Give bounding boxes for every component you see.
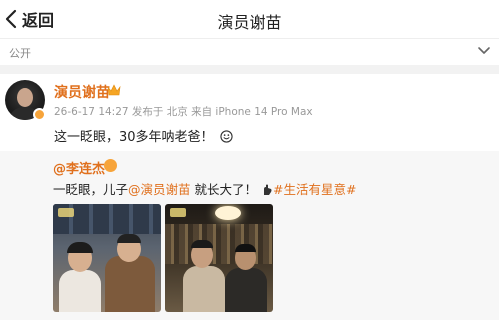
- post-text: 这一眨眼，30多年呐老爸！: [54, 126, 233, 145]
- post-meta: 26-6-17 14:27 发布于 北京 来自 iPhone 14 Pro Ma…: [54, 106, 313, 118]
- repost-text: 一眨眼，儿子@演员谢苗 就长大了！ #生活有星意#: [53, 179, 356, 198]
- repost-text-middle: 就长大了！: [190, 182, 258, 197]
- repost-card[interactable]: @李连杰 一眨眼，儿子@演员谢苗 就长大了！ #生活有星意#: [0, 151, 499, 320]
- hand-emoji-icon: [264, 184, 272, 195]
- hashtag-link[interactable]: #生活有星意#: [273, 182, 356, 197]
- repost-author[interactable]: @李连杰: [53, 158, 105, 177]
- section-gap: [0, 65, 499, 74]
- verified-badge-icon: [33, 108, 46, 121]
- photo-man: [103, 234, 157, 312]
- photo-stamp: [170, 208, 186, 217]
- page-title: 演员谢苗: [217, 13, 282, 32]
- visibility-label: 公开: [9, 47, 31, 60]
- repost-text-prefix: 一眨眼，儿子: [53, 182, 129, 197]
- photo-light: [215, 206, 241, 220]
- crown-icon: [107, 84, 121, 96]
- mention-link[interactable]: @演员谢苗: [128, 182, 191, 197]
- verified-badge-icon: [104, 159, 117, 172]
- photo-boy: [59, 242, 101, 312]
- top-bar: 返回 演员谢苗: [0, 0, 499, 38]
- photo-stamp: [58, 208, 74, 217]
- repost-photo-1[interactable]: [53, 204, 161, 312]
- smile-emoji-icon: [220, 130, 233, 143]
- photo-man-left: [181, 240, 227, 312]
- visibility-bar[interactable]: 公开: [0, 39, 499, 65]
- avatar-face: [17, 88, 33, 107]
- photo-man-right: [223, 244, 269, 312]
- chevron-down-icon[interactable]: [477, 44, 491, 58]
- repost-photo-2[interactable]: [165, 204, 273, 312]
- post-author[interactable]: 演员谢苗: [54, 82, 110, 102]
- post-text-content: 这一眨眼，30多年呐老爸！: [54, 130, 214, 145]
